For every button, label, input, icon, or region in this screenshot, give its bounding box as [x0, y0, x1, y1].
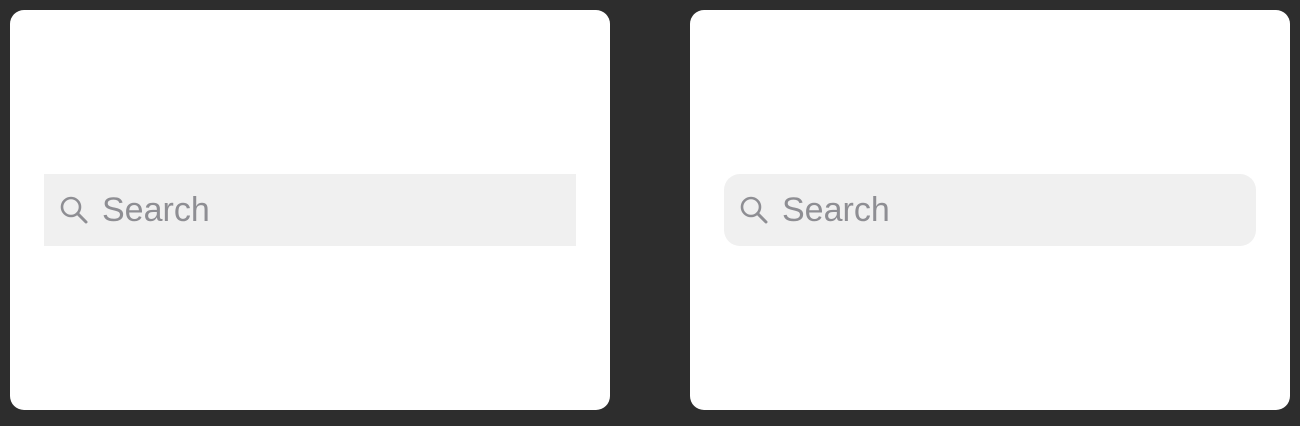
search-input[interactable]	[102, 174, 562, 246]
search-icon	[739, 195, 769, 225]
search-input[interactable]	[782, 174, 1242, 246]
search-bar-square[interactable]	[44, 174, 576, 246]
rounded-search-panel	[690, 10, 1290, 410]
search-icon	[59, 195, 89, 225]
square-search-panel	[10, 10, 610, 410]
search-bar-rounded[interactable]	[724, 174, 1256, 246]
comparison-canvas	[0, 0, 1300, 426]
